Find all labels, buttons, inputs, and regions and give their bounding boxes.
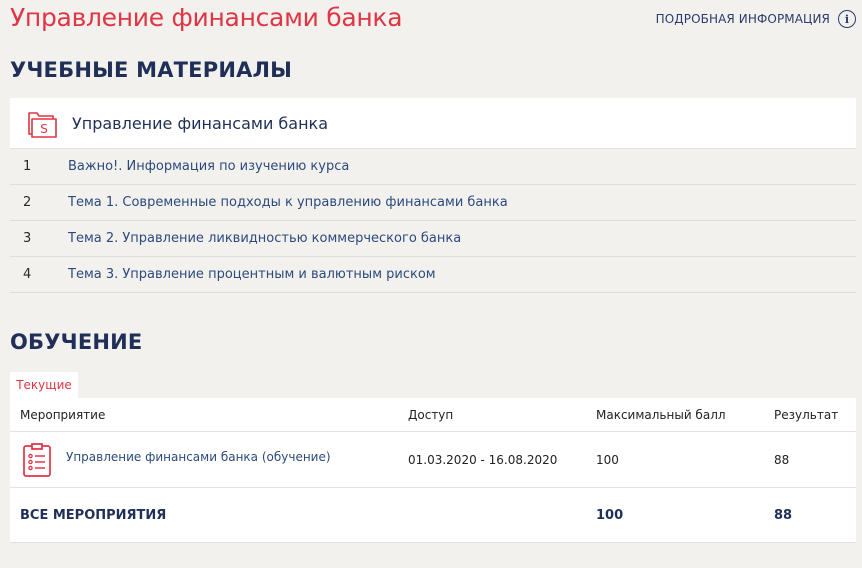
- material-link[interactable]: Тема 2. Управление ликвидностью коммерче…: [68, 231, 461, 246]
- column-header-max-score: Максимальный балл: [596, 407, 726, 422]
- result-cell: 88: [774, 452, 790, 467]
- item-number: 2: [23, 195, 32, 210]
- material-link[interactable]: Тема 3. Управление процентным и валютным…: [68, 267, 436, 282]
- table-header-row: Мероприятие Доступ Максимальный балл Рез…: [10, 398, 856, 432]
- event-link[interactable]: Управление финансами банка (обучение): [66, 450, 331, 464]
- info-icon[interactable]: i: [838, 10, 856, 28]
- events-table: Мероприятие Доступ Максимальный балл Рез…: [10, 398, 856, 543]
- max-score-cell: 100: [596, 452, 619, 467]
- list-item: 2 Тема 1. Современные подходы к управлен…: [10, 185, 856, 221]
- item-number: 4: [23, 267, 32, 282]
- tab-current[interactable]: Текущие: [10, 372, 78, 398]
- clipboard-checklist-icon: [23, 442, 51, 477]
- course-card: S Управление финансами банка: [10, 98, 856, 149]
- more-info-link[interactable]: ПОДРОБНАЯ ИНФОРМАЦИЯ i: [656, 10, 856, 28]
- total-max-score: 100: [596, 507, 624, 523]
- event-cell: Управление финансами банка (обучение): [10, 442, 408, 478]
- column-header-result: Результат: [774, 407, 839, 422]
- column-header-event: Мероприятие: [20, 407, 106, 422]
- column-header-access: Доступ: [408, 407, 454, 422]
- materials-list: 1 Важно!. Информация по изучению курса 2…: [10, 149, 856, 293]
- folder-dollar-icon: S: [28, 112, 57, 138]
- total-label: ВСЕ МЕРОПРИЯТИЯ: [20, 507, 167, 523]
- material-link[interactable]: Важно!. Информация по изучению курса: [68, 159, 349, 174]
- material-link[interactable]: Тема 1. Современные подходы к управлению…: [68, 195, 508, 210]
- training-section-title: ОБУЧЕНИЕ: [10, 330, 143, 354]
- more-info-label[interactable]: ПОДРОБНАЯ ИНФОРМАЦИЯ: [656, 12, 830, 26]
- materials-section-title: УЧЕБНЫЕ МАТЕРИАЛЫ: [10, 58, 293, 82]
- course-icon-letter: S: [40, 122, 48, 136]
- course-name: Управление финансами банка: [72, 113, 329, 133]
- total-row: ВСЕ МЕРОПРИЯТИЯ 100 88: [10, 488, 856, 543]
- list-item: 3 Тема 2. Управление ликвидностью коммер…: [10, 221, 856, 257]
- list-item: 1 Важно!. Информация по изучению курса: [10, 149, 856, 185]
- access-cell: 01.03.2020 - 16.08.2020: [408, 452, 558, 467]
- item-number: 3: [23, 231, 32, 246]
- total-result: 88: [774, 507, 793, 523]
- page-title: Управление финансами банка: [10, 3, 403, 32]
- table-row: Управление финансами банка (обучение) 01…: [10, 432, 856, 488]
- list-item: 4 Тема 3. Управление процентным и валютн…: [10, 257, 856, 293]
- item-number: 1: [23, 159, 32, 174]
